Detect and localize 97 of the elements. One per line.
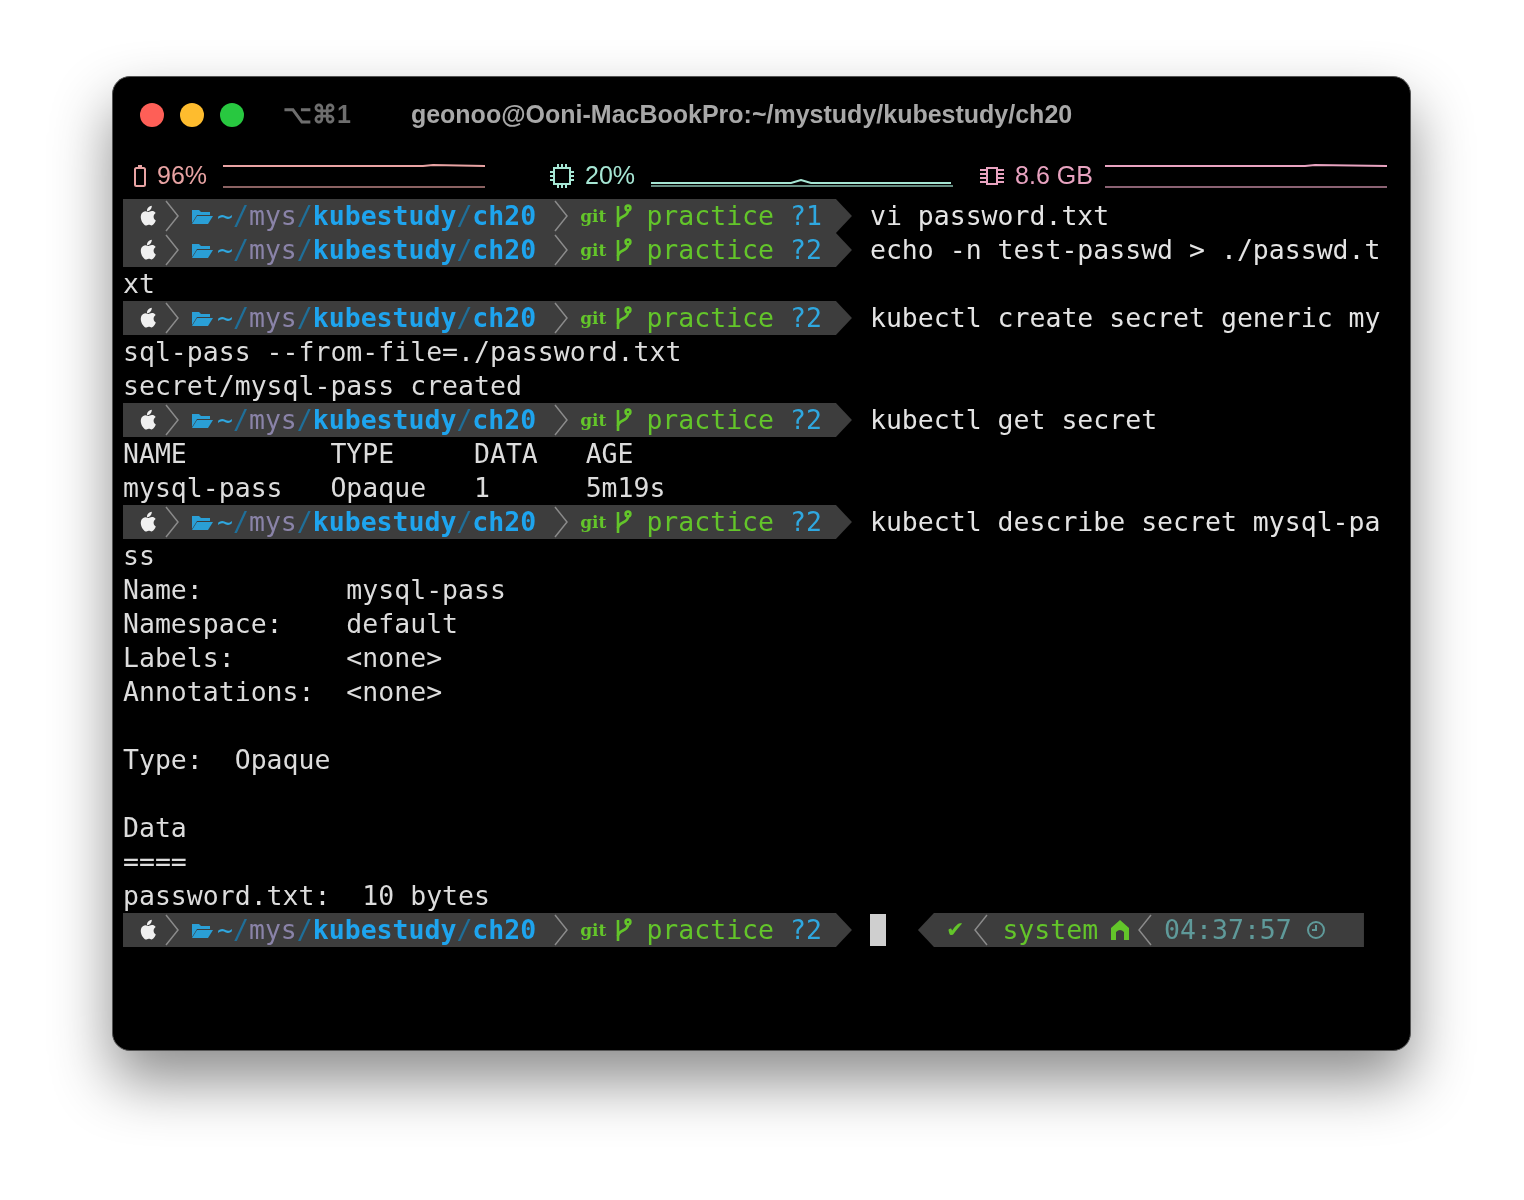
memory-icon [979, 166, 1006, 186]
field-label: Name: [123, 574, 203, 605]
field-value: <none> [346, 675, 443, 709]
branch-icon [614, 203, 633, 229]
output-line: Data [123, 811, 188, 845]
chevron-icon [552, 301, 571, 335]
prompt-path: ~/mys/kubestudy/ch20 [217, 403, 537, 437]
chevron-icon [552, 199, 571, 233]
git-status: ?2 [790, 505, 822, 539]
field-value: mysql-pass [346, 573, 506, 607]
table-cell: 5m19s [585, 472, 666, 503]
command-text: kubectl describe secret mysql-pa [869, 505, 1381, 539]
column-header: AGE [585, 438, 634, 469]
column-header: NAME [123, 438, 187, 469]
output-line: secret/mysql-pass created [123, 369, 523, 403]
folder-icon [191, 921, 213, 939]
field-label: Annotations: [123, 676, 315, 707]
branch-name: practice [646, 913, 774, 947]
chevron-icon [163, 913, 181, 947]
git-label: git [580, 307, 607, 330]
folder-icon [191, 513, 213, 531]
cpu-reading: 20% [585, 160, 636, 192]
branch-name: practice [646, 233, 774, 267]
chevron-icon [163, 403, 181, 437]
chevron-icon [163, 301, 181, 335]
branch-icon [614, 407, 633, 433]
chevron-icon [552, 403, 571, 437]
chevron-icon [552, 505, 571, 539]
minimize-button[interactable] [180, 103, 204, 127]
branch-name: practice [646, 301, 774, 335]
command-text: echo -n test-passwd > ./passwd.t [869, 233, 1381, 267]
folder-icon [191, 411, 213, 429]
tab-shortcut: ⌥⌘1 [283, 99, 351, 131]
memory-reading: 8.6 GB [1015, 160, 1093, 192]
table-cell: 1 [474, 472, 490, 503]
home-icon [1110, 919, 1131, 941]
clock-time: 04:37:57 [1164, 913, 1292, 947]
command-text: kubectl create secret generic my [869, 301, 1381, 335]
branch-icon [614, 509, 633, 535]
battery-icon [133, 164, 147, 188]
branch-icon [614, 305, 633, 331]
branch-name: practice [646, 199, 774, 233]
branch-name: practice [646, 403, 774, 437]
prompt-path: ~/mys/kubestudy/ch20 [217, 505, 537, 539]
field-value: Opaque [234, 743, 331, 777]
field-label: password.txt: [123, 880, 331, 911]
output-line: xt [123, 267, 156, 301]
prompt-path: ~/mys/kubestudy/ch20 [217, 913, 537, 947]
field-value: default [346, 607, 459, 641]
table-cell: mysql-pass [123, 472, 283, 503]
command-text: vi password.txt [869, 199, 1110, 233]
field-value: <none> [346, 641, 443, 675]
git-status: ?2 [790, 913, 822, 947]
git-status: ?1 [790, 199, 822, 233]
clock-icon [1305, 920, 1326, 940]
git-label: git [580, 205, 607, 228]
git-label: git [580, 239, 607, 262]
prompt-path: ~/mys/kubestudy/ch20 [217, 301, 537, 335]
output-line: ss [123, 539, 156, 573]
chevron-icon [552, 913, 571, 947]
branch-icon [614, 237, 633, 263]
output-line: ==== [123, 845, 188, 879]
field-value: 10 bytes [362, 879, 490, 913]
chevron-icon [1136, 913, 1155, 947]
git-label: git [580, 409, 607, 432]
branch-icon [614, 917, 633, 943]
window-title: geonoo@Ooni-MacBookPro:~/mystudy/kubestudy/ch20 [410, 99, 1073, 131]
command-text: kubectl get secret [869, 403, 1158, 437]
context-name: system [1002, 913, 1099, 947]
git-label: git [580, 511, 607, 534]
folder-icon [191, 207, 213, 225]
field-label: Type: [123, 744, 203, 775]
git-status: ?2 [790, 233, 822, 267]
prompt-path: ~/mys/kubestudy/ch20 [217, 233, 537, 267]
close-button[interactable] [140, 103, 164, 127]
folder-icon [191, 241, 213, 259]
cpu-icon [549, 163, 576, 189]
battery-reading: 96% [157, 160, 208, 192]
field-label: Namespace: [123, 608, 283, 639]
chevron-icon [163, 505, 181, 539]
chevron-icon [972, 913, 991, 947]
folder-icon [191, 309, 213, 327]
field-label: Labels: [123, 642, 235, 673]
table-cell: Opaque [330, 472, 427, 503]
branch-name: practice [646, 505, 774, 539]
zoom-button[interactable] [220, 103, 244, 127]
git-status: ?2 [790, 301, 822, 335]
prompt-path: ~/mys/kubestudy/ch20 [217, 199, 537, 233]
output-line: sql-pass --from-file=./password.txt [123, 335, 683, 369]
column-header: TYPE [330, 438, 395, 469]
chevron-icon [163, 233, 181, 267]
git-status: ?2 [790, 403, 822, 437]
status-check: ✔ [945, 916, 965, 944]
git-label: git [580, 919, 607, 942]
chevron-icon [163, 199, 181, 233]
column-header: DATA [474, 438, 538, 469]
chevron-icon [552, 233, 571, 267]
